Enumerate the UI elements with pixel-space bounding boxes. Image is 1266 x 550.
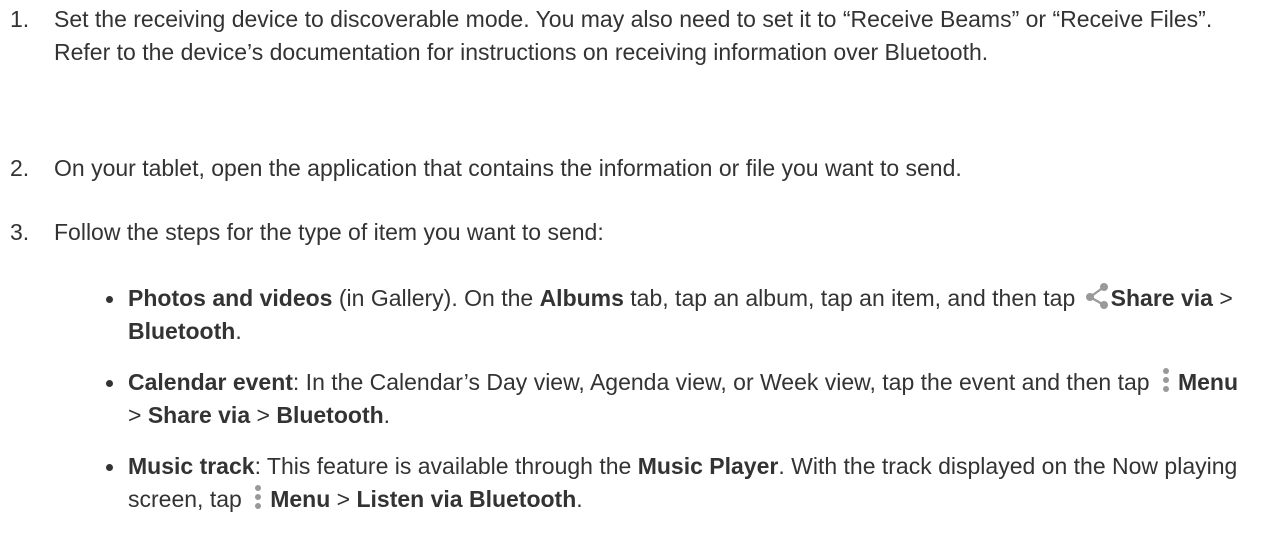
text-run: (in Gallery). On the [332,285,540,311]
text-run: . [235,318,242,344]
item-title: Music track [128,453,255,479]
text-run: tab, tap an album, tap an item, and then… [623,285,1082,311]
text-run: : In the Calendar’s Day view, Agenda vie… [292,369,1156,395]
albums-tab-ref: Albums [539,285,624,311]
listen-via-bluetooth-ref: Listen via Bluetooth [356,486,577,512]
step-2: 2. On your tablet, open the application … [10,152,1250,185]
text-run: . [576,486,583,512]
step-text: Follow the steps for the type of item yo… [54,219,604,245]
bullet-icon [98,450,128,516]
text-run: > [128,402,148,428]
list-item-text: Calendar event: In the Calendar’s Day vi… [128,366,1248,432]
bullet-icon [98,366,128,432]
text-run: > [250,402,277,428]
list-item-text: Music track: This feature is available t… [128,450,1248,516]
item-title: Calendar event [128,369,293,395]
share-via-ref: Share via [147,402,251,428]
list-item-music-track: Music track: This feature is available t… [98,450,1248,516]
step-text: Set the receiving device to discoverable… [54,6,1213,65]
text-run: . [383,402,391,428]
text-run: > [1212,285,1233,311]
list-item-text: Photos and videos (in Gallery). On the A… [128,282,1248,348]
step-number: 2. [10,155,30,181]
music-player-ref: Music Player [637,453,779,479]
list-item-photos-videos: Photos and videos (in Gallery). On the A… [98,282,1248,348]
step-number: 3. [10,219,30,245]
menu-ref: Menu [1177,369,1239,395]
text-run: : This feature is available through the [254,453,638,479]
bluetooth-ref: Bluetooth [276,402,384,428]
step-text: On your tablet, open the application tha… [54,155,962,181]
item-type-list: Photos and videos (in Gallery). On the A… [98,282,1248,534]
share-via-ref: Share via [1110,285,1213,311]
step-3: 3. Follow the steps for the type of item… [10,216,1250,249]
share-icon [1085,283,1108,309]
step-number: 1. [10,6,30,32]
text-run: > [330,486,357,512]
menu-icon [255,485,262,509]
instructions-page: 1. Set the receiving device to discovera… [0,0,1266,550]
step-1: 1. Set the receiving device to discovera… [10,3,1250,69]
item-title: Photos and videos [128,285,333,311]
list-item-calendar-event: Calendar event: In the Calendar’s Day vi… [98,366,1248,432]
menu-icon [1162,368,1169,392]
bluetooth-ref: Bluetooth [128,318,236,344]
menu-ref: Menu [270,486,331,512]
bullet-icon [98,282,128,348]
